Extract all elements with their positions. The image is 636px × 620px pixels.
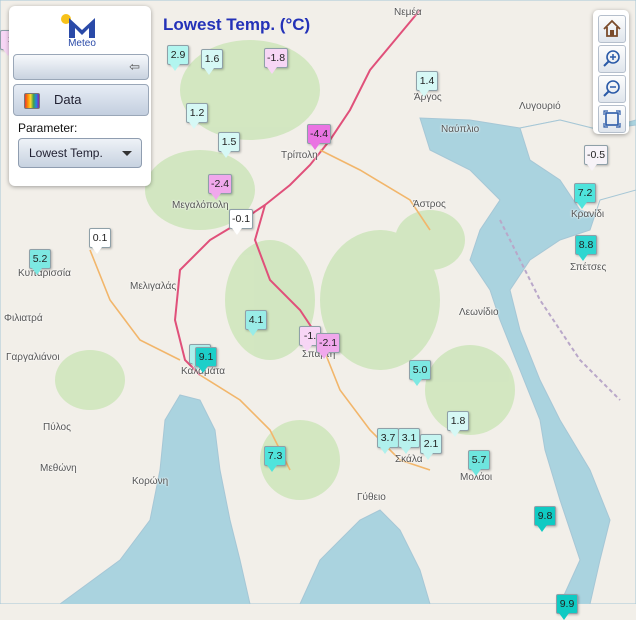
marker-pointer xyxy=(578,254,588,261)
chevron-down-icon xyxy=(122,151,132,156)
place-label: Κυπαρισσία xyxy=(18,268,71,279)
place-label: Νεμέα xyxy=(394,7,422,18)
marker-pointer xyxy=(319,352,329,359)
parameter-select[interactable]: Lowest Temp. xyxy=(18,138,142,168)
marker-pointer xyxy=(401,447,411,454)
temperature-marker[interactable]: 9.8 xyxy=(534,506,556,532)
temperature-marker[interactable]: 1.6 xyxy=(201,49,223,75)
temperature-marker[interactable]: -4.4 xyxy=(307,124,331,150)
place-label: Λεωνίδιο xyxy=(459,307,499,318)
place-label: Κορώνη xyxy=(132,476,169,487)
marker-pointer xyxy=(423,453,433,460)
marker-pointer xyxy=(198,366,208,373)
marker-pointer xyxy=(559,613,569,620)
marker-pointer xyxy=(211,193,221,200)
temperature-marker[interactable]: 7.3 xyxy=(264,446,286,472)
temperature-marker[interactable]: 5.7 xyxy=(468,450,490,476)
marker-pointer xyxy=(204,68,214,75)
temperature-marker[interactable]: 7.2 xyxy=(574,183,596,209)
temperature-marker[interactable]: 0.1 xyxy=(89,228,111,254)
place-label: Μελιγαλάς xyxy=(130,281,177,292)
temperature-marker[interactable]: 2.1 xyxy=(420,434,442,460)
marker-pointer xyxy=(232,228,242,235)
place-label: Λυγουριό xyxy=(519,101,561,112)
collapse-panel-button[interactable]: ⇦ xyxy=(13,54,149,80)
marker-pointer xyxy=(537,525,547,532)
marker-pointer xyxy=(32,268,42,275)
temperature-marker[interactable]: 3.1 xyxy=(398,428,420,454)
temperature-marker[interactable]: 3.7 xyxy=(377,428,399,454)
temperature-marker[interactable]: 1.4 xyxy=(416,71,438,97)
marker-pointer xyxy=(587,164,597,171)
temperature-marker[interactable]: -0.1 xyxy=(229,209,253,235)
temperature-marker[interactable]: 5.0 xyxy=(409,360,431,386)
zoom-out-button[interactable] xyxy=(598,75,626,103)
temperature-marker[interactable]: 4.1 xyxy=(245,310,267,336)
temperature-marker[interactable]: 9.1 xyxy=(195,347,217,373)
zoom-in-button[interactable] xyxy=(598,45,626,73)
temperature-marker[interactable]: 1.8 xyxy=(447,411,469,437)
place-label: Κρανίδι xyxy=(571,209,605,220)
marker-pointer xyxy=(248,329,258,336)
marker-pointer xyxy=(92,247,102,254)
control-panel: Meteo ⇦ Data Parameter: Lowest Temp. xyxy=(9,6,151,186)
marker-pointer xyxy=(221,151,231,158)
meteo-logo: Meteo xyxy=(59,12,105,52)
parameter-selected-value: Lowest Temp. xyxy=(29,146,103,160)
place-label: Σπέτσες xyxy=(570,262,607,273)
marker-pointer xyxy=(419,90,429,97)
place-label: Γαργαλιάνοι xyxy=(6,352,60,363)
home-icon xyxy=(603,19,621,37)
temperature-marker[interactable]: 1.2 xyxy=(186,103,208,129)
color-scale-icon xyxy=(24,93,40,109)
map-title: Lowest Temp. (°C) xyxy=(163,15,311,34)
marker-pointer xyxy=(380,447,390,454)
temperature-marker[interactable]: 5.2 xyxy=(29,249,51,275)
data-button-label: Data xyxy=(54,92,82,107)
data-button[interactable]: Data xyxy=(13,84,149,116)
marker-pointer xyxy=(577,202,587,209)
place-label: Γύθειο xyxy=(357,492,386,503)
extent-icon xyxy=(603,110,621,128)
marker-pointer xyxy=(189,122,199,129)
map-toolbar xyxy=(593,10,629,134)
temperature-marker[interactable]: 8.8 xyxy=(575,235,597,261)
marker-pointer xyxy=(267,465,277,472)
place-label: Σκάλα xyxy=(395,454,423,465)
temperature-marker[interactable]: -0.5 xyxy=(584,145,608,171)
place-label: Άστρος xyxy=(413,199,446,210)
temperature-marker[interactable]: 9.9 xyxy=(556,594,578,620)
temperature-marker[interactable]: 1.5 xyxy=(218,132,240,158)
marker-pointer xyxy=(450,430,460,437)
place-label: Μεθώνη xyxy=(40,463,77,474)
marker-pointer xyxy=(302,345,312,352)
temperature-marker[interactable]: -1.8 xyxy=(264,48,288,74)
temperature-marker[interactable]: 2.9 xyxy=(167,45,189,71)
marker-pointer xyxy=(267,67,277,74)
place-label: Φιλιατρά xyxy=(4,313,43,324)
place-label: Πύλος xyxy=(43,422,71,433)
zoom-in-icon xyxy=(603,50,620,67)
marker-pointer xyxy=(412,379,422,386)
temperature-marker[interactable]: -2.4 xyxy=(208,174,232,200)
temperature-marker[interactable]: -2.1 xyxy=(316,333,340,359)
home-button[interactable] xyxy=(598,15,626,43)
arrow-left-icon: ⇦ xyxy=(129,59,140,74)
marker-pointer xyxy=(471,469,481,476)
marker-pointer xyxy=(170,64,180,71)
place-label: Τρίπολη xyxy=(281,150,318,161)
zoom-extent-button[interactable] xyxy=(598,105,626,133)
marker-pointer xyxy=(310,143,320,150)
meteo-logo-icon xyxy=(61,14,95,38)
place-label: Μεγαλόπολη xyxy=(172,200,229,211)
logo-text: Meteo xyxy=(68,38,96,49)
place-label: Ναύπλιο xyxy=(441,124,480,135)
zoom-out-icon xyxy=(603,80,620,97)
parameter-label: Parameter: xyxy=(18,121,78,135)
